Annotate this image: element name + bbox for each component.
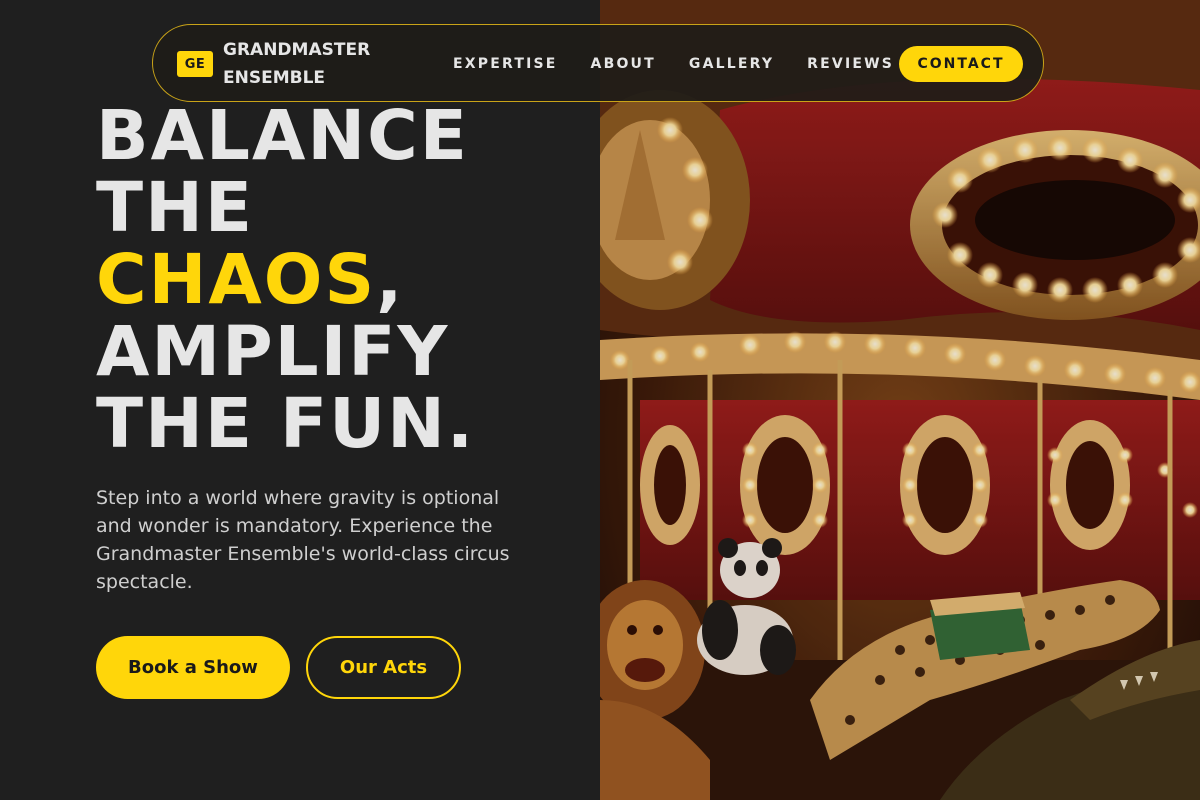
nav-link-reviews[interactable]: REVIEWS: [807, 56, 894, 72]
headline-line-5: THE FUN.: [96, 384, 476, 464]
headline-line-2: THE: [96, 168, 254, 248]
nav-link-gallery[interactable]: GALLERY: [689, 56, 774, 72]
headline-line-4: AMPLIFY: [96, 312, 450, 392]
brand-badge: GE: [177, 51, 213, 77]
nav-links: EXPERTISE ABOUT GALLERY REVIEWS: [453, 25, 927, 103]
hero-intro: Step into a world where gravity is optio…: [96, 487, 510, 593]
book-show-button[interactable]: Book a Show: [96, 636, 290, 699]
nav-link-about[interactable]: ABOUT: [591, 56, 656, 72]
headline-comma: ,: [376, 240, 405, 320]
headline-line-1: BALANCE: [96, 96, 469, 176]
brand-name: GRANDMASTER ENSEMBLE: [223, 40, 371, 88]
contact-button[interactable]: CONTACT: [899, 46, 1023, 82]
headline-accent-word: CHAOS: [96, 240, 377, 320]
navbar: GE GRANDMASTER ENSEMBLE EXPERTISE ABOUT …: [152, 24, 1044, 102]
headline-line-3: CHAOS,: [96, 244, 475, 316]
carousel-photo: [600, 0, 1200, 800]
hero-headline: BALANCE THE CHAOS, AMPLIFY THE FUN.: [96, 100, 475, 460]
brand-logo[interactable]: GE GRANDMASTER ENSEMBLE: [177, 37, 393, 91]
nav-link-expertise[interactable]: EXPERTISE: [453, 56, 558, 72]
our-acts-button[interactable]: Our Acts: [306, 636, 461, 699]
